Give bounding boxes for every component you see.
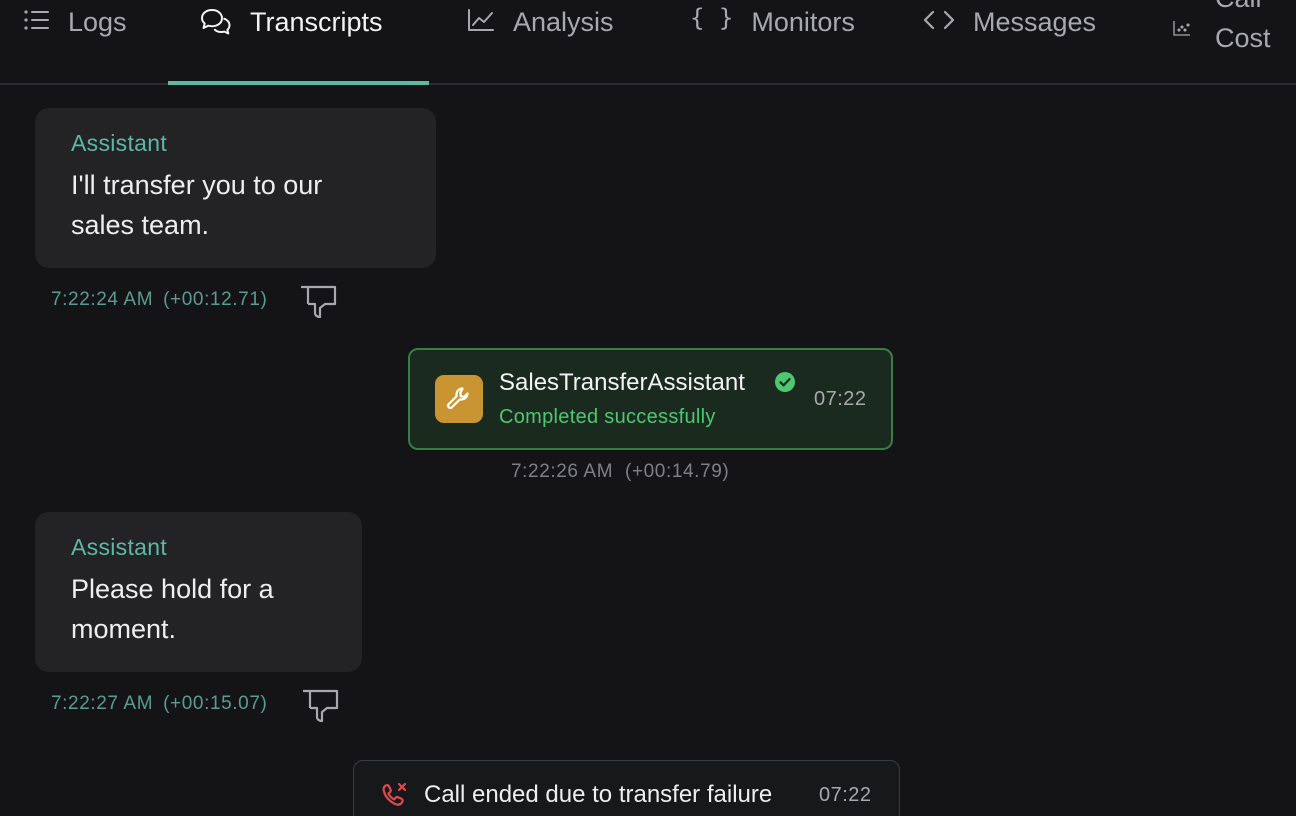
check-circle-icon <box>775 372 795 397</box>
tool-call-offset: (+00:14.79) <box>625 461 730 482</box>
assistant-message: Assistant Please hold for a moment. <box>35 512 362 672</box>
message-offset: (+00:15.07) <box>163 693 268 714</box>
call-ended-card: Call ended due to transfer failure 07:22 <box>353 760 900 816</box>
tool-status: Completed successfully <box>499 406 716 428</box>
tab-monitors[interactable]: { } Monitors <box>690 0 855 85</box>
tool-time: 07:22 <box>814 388 867 410</box>
tool-name: SalesTransferAssistant <box>499 369 745 396</box>
message-meta: 7:22:27 AM (+00:15.07) <box>51 693 267 715</box>
code-brackets-icon <box>923 8 955 39</box>
tab-messages[interactable]: Messages <box>923 0 1096 85</box>
tab-messages-label: Messages <box>973 7 1097 37</box>
line-chart-icon <box>467 8 495 39</box>
active-tab-indicator <box>168 81 429 85</box>
tab-call-cost-line2: Cost <box>1215 23 1271 53</box>
call-details-app: Logs Transcripts Analysis { } Monitors M… <box>0 0 1296 816</box>
assistant-message: Assistant I'll transfer you to our sales… <box>35 108 436 268</box>
tool-call-meta: 7:22:26 AM (+00:14.79) <box>511 461 729 483</box>
thumbs-down-icon[interactable] <box>299 284 337 325</box>
message-text: I'll transfer you to our sales team. <box>71 165 400 245</box>
message-timestamp: 7:22:27 AM <box>51 693 154 714</box>
wrench-icon <box>435 375 483 423</box>
tab-analysis[interactable]: Analysis <box>467 0 614 85</box>
braces-icon: { } <box>690 4 734 32</box>
tab-logs-label: Logs <box>68 7 127 37</box>
message-text-line: I'll transfer you to our <box>71 170 323 200</box>
message-text-line: Please hold for a <box>71 574 274 604</box>
tab-bar: Logs Transcripts Analysis { } Monitors M… <box>0 0 1296 85</box>
tab-call-cost-label: Call Cost <box>1215 0 1271 58</box>
tab-logs[interactable]: Logs <box>24 0 127 85</box>
message-timestamp: 7:22:24 AM <box>51 289 154 310</box>
thumbs-down-icon[interactable] <box>301 688 339 729</box>
message-text-line: moment. <box>71 614 177 644</box>
tool-call-timestamp: 7:22:26 AM <box>511 461 614 482</box>
message-offset: (+00:12.71) <box>163 289 268 310</box>
message-meta: 7:22:24 AM (+00:12.71) <box>51 289 267 311</box>
list-icon <box>24 8 50 39</box>
phone-missed-icon <box>380 781 408 814</box>
message-role: Assistant <box>71 534 168 560</box>
tab-transcripts[interactable]: Transcripts <box>200 0 383 85</box>
message-role: Assistant <box>71 130 168 156</box>
tool-call-card[interactable]: SalesTransferAssistant Completed success… <box>408 348 893 450</box>
call-ended-time: 07:22 <box>819 784 872 806</box>
call-ended-text: Call ended due to transfer failure <box>424 781 773 808</box>
message-text: Please hold for a moment. <box>71 569 326 649</box>
tab-analysis-label: Analysis <box>513 7 614 37</box>
tab-call-cost[interactable]: Call Cost <box>1173 0 1271 85</box>
chat-bubbles-icon <box>200 8 232 43</box>
message-text-line: sales team. <box>71 210 210 240</box>
tab-call-cost-line1: Call <box>1215 0 1271 18</box>
scatter-chart-icon <box>1173 12 1191 43</box>
tab-monitors-label: Monitors <box>751 7 855 37</box>
tab-transcripts-label: Transcripts <box>250 7 383 37</box>
